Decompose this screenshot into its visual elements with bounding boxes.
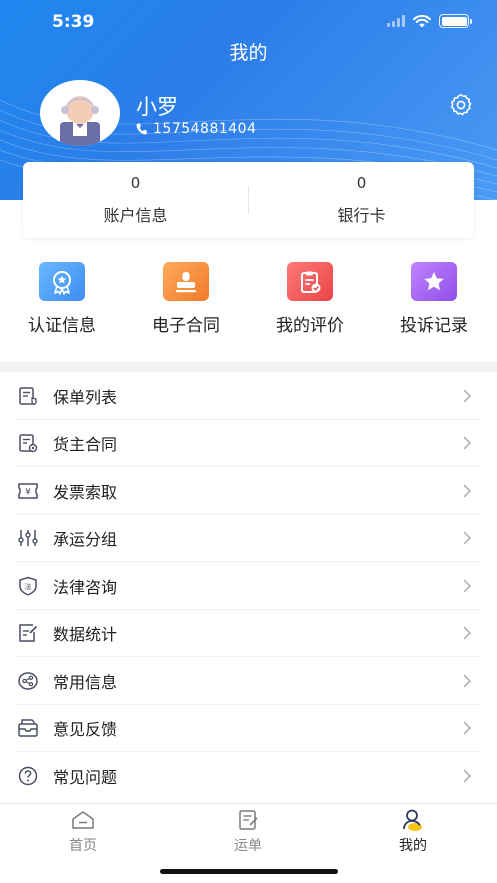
settings-gear-icon[interactable] bbox=[449, 93, 473, 117]
menu-item-label: 承运分组 bbox=[53, 530, 118, 550]
question-icon bbox=[18, 766, 38, 785]
phone-row: 15754881404 bbox=[136, 121, 256, 137]
account-card: 0 账户信息 0 银行卡 bbox=[23, 162, 474, 238]
bank-card-label: 银行卡 bbox=[337, 206, 386, 225]
quick-action-e-contract[interactable]: 电子合同 bbox=[146, 262, 226, 336]
chevron-right-icon bbox=[463, 484, 472, 498]
avatar-icon bbox=[60, 96, 100, 146]
menu-item-label: 意见反馈 bbox=[53, 720, 118, 740]
quick-actions: 认证信息 电子合同 我的评价 投诉记录 bbox=[0, 262, 497, 342]
svg-text:¥: ¥ bbox=[25, 487, 31, 497]
menu-item-policy-list[interactable]: 保单列表 bbox=[0, 372, 497, 420]
status-time: 5:39 bbox=[52, 12, 95, 32]
tab-label: 我的 bbox=[399, 838, 427, 854]
menu-item-label: 保单列表 bbox=[53, 387, 118, 407]
tab-label: 运单 bbox=[234, 838, 262, 854]
account-info[interactable]: 0 账户信息 bbox=[23, 162, 248, 238]
phone-icon bbox=[136, 123, 147, 135]
menu-item-common-info[interactable]: 常用信息 bbox=[0, 657, 497, 705]
menu-item-label: 数据统计 bbox=[53, 625, 118, 645]
menu-item-feedback[interactable]: 意见反馈 bbox=[0, 705, 497, 752]
chevron-right-icon bbox=[463, 721, 472, 735]
quick-action-label: 我的评价 bbox=[276, 316, 344, 336]
phone-number: 15754881404 bbox=[153, 121, 257, 137]
certification-icon bbox=[39, 262, 85, 301]
menu-item-label: 货主合同 bbox=[53, 435, 118, 455]
chevron-right-icon bbox=[463, 531, 472, 545]
invoice-icon: ¥ bbox=[18, 483, 38, 499]
carrier-group-icon bbox=[18, 530, 38, 547]
chevron-right-icon bbox=[463, 389, 472, 403]
menu-item-label: 法律咨询 bbox=[53, 577, 118, 597]
menu-item-shipper-contract[interactable]: 货主合同 bbox=[0, 420, 497, 467]
evaluation-icon bbox=[287, 262, 333, 301]
avatar[interactable] bbox=[40, 80, 120, 146]
page-title: 我的 bbox=[229, 42, 268, 64]
tab-label: 首页 bbox=[69, 838, 97, 854]
feedback-icon bbox=[18, 719, 38, 737]
account-info-label: 账户信息 bbox=[103, 206, 168, 225]
account-balance-value: 0 bbox=[130, 174, 141, 192]
menu-item-statistics[interactable]: 数据统计 bbox=[0, 610, 497, 657]
bank-card[interactable]: 0 银行卡 bbox=[249, 162, 474, 238]
username: 小罗 bbox=[136, 95, 178, 119]
policy-list-icon bbox=[19, 387, 37, 405]
home-indicator bbox=[160, 869, 338, 874]
tab-waybill[interactable]: 运单 bbox=[198, 808, 298, 855]
tab-home[interactable]: 首页 bbox=[33, 808, 133, 855]
cellular-signal-icon bbox=[387, 15, 405, 27]
svg-text:法: 法 bbox=[25, 582, 32, 591]
menu-list: 保单列表 货主合同 ¥ 发票索取 承运分组 法 法律咨询 数据统计 常用信息 意… bbox=[0, 372, 497, 800]
bank-card-count: 0 bbox=[356, 174, 367, 192]
chevron-right-icon bbox=[463, 769, 472, 783]
chevron-right-icon bbox=[463, 626, 472, 640]
quick-action-label: 投诉记录 bbox=[400, 316, 468, 336]
quick-action-label: 认证信息 bbox=[28, 316, 96, 336]
tab-profile[interactable]: 我的 bbox=[363, 808, 463, 855]
menu-item-legal-consultation[interactable]: 法 法律咨询 bbox=[0, 562, 497, 610]
home-icon bbox=[72, 811, 94, 829]
menu-item-invoice[interactable]: ¥ 发票索取 bbox=[0, 467, 497, 515]
star-icon bbox=[411, 262, 457, 301]
share-icon bbox=[18, 672, 38, 690]
menu-item-label: 常用信息 bbox=[53, 672, 118, 692]
quick-action-my-evaluation[interactable]: 我的评价 bbox=[270, 262, 350, 336]
chevron-right-icon bbox=[463, 436, 472, 450]
menu-item-faq[interactable]: 常见问题 bbox=[0, 752, 497, 800]
battery-icon bbox=[439, 14, 472, 28]
menu-item-label: 发票索取 bbox=[53, 482, 118, 502]
chevron-right-icon bbox=[463, 674, 472, 688]
wifi-icon bbox=[413, 14, 431, 27]
quick-action-certification[interactable]: 认证信息 bbox=[22, 262, 102, 336]
menu-item-label: 常见问题 bbox=[53, 767, 118, 787]
profile-icon bbox=[403, 809, 422, 831]
stamp-icon bbox=[163, 262, 209, 301]
quick-action-label: 电子合同 bbox=[152, 316, 220, 336]
menu-item-carrier-group[interactable]: 承运分组 bbox=[0, 515, 497, 562]
shipper-contract-icon bbox=[19, 434, 38, 453]
waybill-icon bbox=[239, 810, 258, 830]
statistics-icon bbox=[19, 624, 38, 642]
quick-action-complaint-records[interactable]: 投诉记录 bbox=[394, 262, 474, 336]
legal-icon: 法 bbox=[19, 576, 37, 596]
section-divider bbox=[0, 362, 497, 372]
chevron-right-icon bbox=[463, 579, 472, 593]
